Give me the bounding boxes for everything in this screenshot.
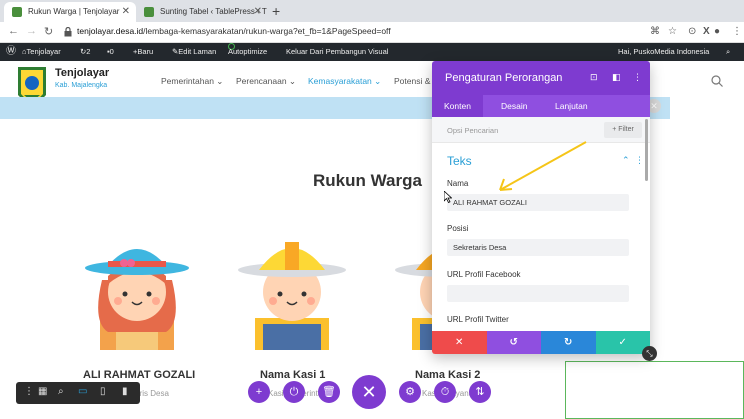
wireframe-icon[interactable]: ▦ [38, 386, 47, 397]
wp-greeting[interactable]: Hai, PuskoMedia Indonesia [618, 43, 709, 61]
scrollbar[interactable] [645, 119, 648, 181]
power-icon[interactable]: ⏻ [283, 381, 305, 403]
section-title[interactable]: Teks [447, 154, 472, 168]
more-options-icon[interactable]: ⋮ [635, 155, 644, 166]
site-brand-sub: Kab. Majalengka [55, 82, 108, 89]
search-icon[interactable]: ⌕ [726, 43, 730, 61]
url-field[interactable]: tenjolayar.desa.id/lembaga-kemasyarakata… [77, 26, 391, 36]
field-label-twitter: URL Profil Twitter [447, 315, 509, 324]
zoom-icon[interactable]: ⌕ [58, 386, 64, 397]
person-name: Nama Kasi 2 [415, 369, 481, 381]
tablet-view-icon[interactable]: ▯ [100, 386, 106, 397]
wp-updates[interactable]: ↻ 2 [80, 43, 90, 61]
extension-icon[interactable]: ⊙ [688, 26, 696, 37]
resize-handle-icon[interactable]: ⤡ [642, 346, 657, 361]
chevron-up-icon[interactable]: ⌃ [622, 155, 630, 166]
more-options-icon[interactable]: ⋮ [633, 72, 642, 83]
settings-modal: Pengaturan Perorangan ⊡ ◧ ⋮ Konten Desai… [432, 61, 650, 354]
menu-dots-icon[interactable]: ⋮ [732, 26, 742, 37]
browser-tab-active[interactable]: Rukun Warga | Tenjolayar ✕ [4, 2, 136, 22]
trash-icon[interactable]: 🗑 [318, 381, 340, 403]
settings-gear-icon[interactable]: ⚙ [399, 381, 421, 403]
close-icon[interactable]: ✕ [122, 2, 130, 22]
new-tab-button[interactable]: + [272, 2, 280, 20]
field-label-posisi: Posisi [447, 224, 469, 233]
forward-icon[interactable]: → [26, 25, 37, 37]
person-avatar[interactable] [233, 232, 351, 350]
position-field[interactable]: Sekretaris Desa [447, 239, 629, 256]
more-options-icon[interactable]: ⋮ [24, 386, 34, 397]
site-favicon-icon [12, 7, 22, 17]
modal-title: Pengaturan Perorangan [445, 72, 563, 84]
tab-title: Rukun Warga | Tenjolayar [28, 7, 120, 16]
lock-icon [64, 27, 72, 37]
wordpress-logo-icon[interactable]: Ⓦ [6, 43, 16, 61]
filter-button[interactable]: + Filter [604, 122, 642, 138]
site-favicon-icon [144, 7, 154, 17]
search-input[interactable]: Opsi Pencarian [447, 126, 498, 135]
wp-comments[interactable]: ▪ 0 [107, 43, 114, 61]
person-name: Nama Kasi 1 [260, 369, 326, 381]
wp-new[interactable]: + Baru [133, 43, 153, 61]
mouse-cursor-icon [444, 191, 452, 203]
cancel-button[interactable]: ✕ [432, 331, 487, 354]
tab-desain[interactable]: Desain [489, 95, 539, 117]
expand-icon[interactable]: ⊡ [590, 72, 598, 83]
reload-icon[interactable]: ↻ [44, 25, 53, 38]
person-avatar[interactable] [78, 232, 196, 350]
annotation-arrow [499, 141, 587, 191]
browser-tab[interactable]: Sunting Tabel ‹ TablePress ‹ T ✕ [136, 2, 268, 22]
divi-view-toolbar: ⋮ ▦ ⌕ ▭ ▯ ▮ [16, 382, 140, 404]
address-bar: ← → ↻ tenjolayar.desa.id/lembaga-kemasya… [0, 22, 744, 43]
close-builder-button[interactable]: ✕ [352, 375, 386, 409]
modal-header[interactable]: Pengaturan Perorangan ⊡ ◧ ⋮ [432, 61, 650, 95]
desktop-view-icon[interactable]: ▭ [78, 386, 87, 397]
page-title: Rukun Warga [313, 171, 422, 190]
history-icon[interactable]: ⏱ [434, 381, 456, 403]
wp-exit-builder[interactable]: Keluar Dari Pembangun Visual [286, 43, 388, 61]
tab-title: Sunting Tabel ‹ TablePress ‹ T [160, 7, 267, 16]
tab-konten[interactable]: Konten [432, 95, 483, 117]
menu-kemasyarakatan[interactable]: Kemasyarakatan ⌄ [308, 76, 381, 87]
x-extension-icon[interactable]: X [703, 26, 710, 37]
bookmark-star-icon[interactable]: ☆ [668, 26, 677, 37]
menu-pemerintahan[interactable]: Pemerintahan ⌄ [161, 76, 223, 87]
empty-frame [565, 361, 744, 419]
back-icon[interactable]: ← [8, 25, 19, 37]
profile-icon[interactable]: ● [714, 26, 720, 37]
undo-button[interactable]: ↺ [486, 331, 541, 354]
person-name: ALI RAHMAT GOZALI [83, 369, 196, 381]
site-brand[interactable]: Tenjolayar [55, 67, 109, 79]
wp-admin-bar: Ⓦ ⌂ Tenjolayar ↻ 2 ▪ 0 + Baru ✎ Edit Lam… [0, 43, 744, 61]
search-icon[interactable] [711, 75, 723, 87]
menu-perencanaan[interactable]: Perencanaan ⌄ [236, 76, 296, 87]
portability-icon[interactable]: ⇅ [469, 381, 491, 403]
menu-potensi[interactable]: Potensi & [394, 76, 430, 86]
tab-lanjutan[interactable]: Lanjutan [543, 95, 600, 117]
add-icon[interactable]: + [248, 381, 270, 403]
phone-view-icon[interactable]: ▮ [122, 386, 128, 397]
wp-edit-page[interactable]: ✎ Edit Laman [172, 43, 216, 61]
modal-tabs: Konten Desain Lanjutan [432, 95, 650, 117]
field-label-nama: Nama [447, 179, 469, 188]
redo-button[interactable]: ↻ [541, 331, 596, 354]
translate-icon[interactable]: ⌘ [650, 26, 660, 37]
field-label-facebook: URL Profil Facebook [447, 270, 521, 279]
browser-tab-bar: Rukun Warga | Tenjolayar ✕ Sunting Tabel… [0, 0, 744, 22]
facebook-url-field[interactable] [447, 285, 629, 302]
close-icon[interactable]: ✕ [254, 2, 262, 22]
wp-site-name[interactable]: ⌂ Tenjolayar [22, 43, 61, 61]
modal-footer: ✕ ↺ ↻ ✓ [432, 331, 650, 354]
split-view-icon[interactable]: ◧ [612, 72, 621, 83]
